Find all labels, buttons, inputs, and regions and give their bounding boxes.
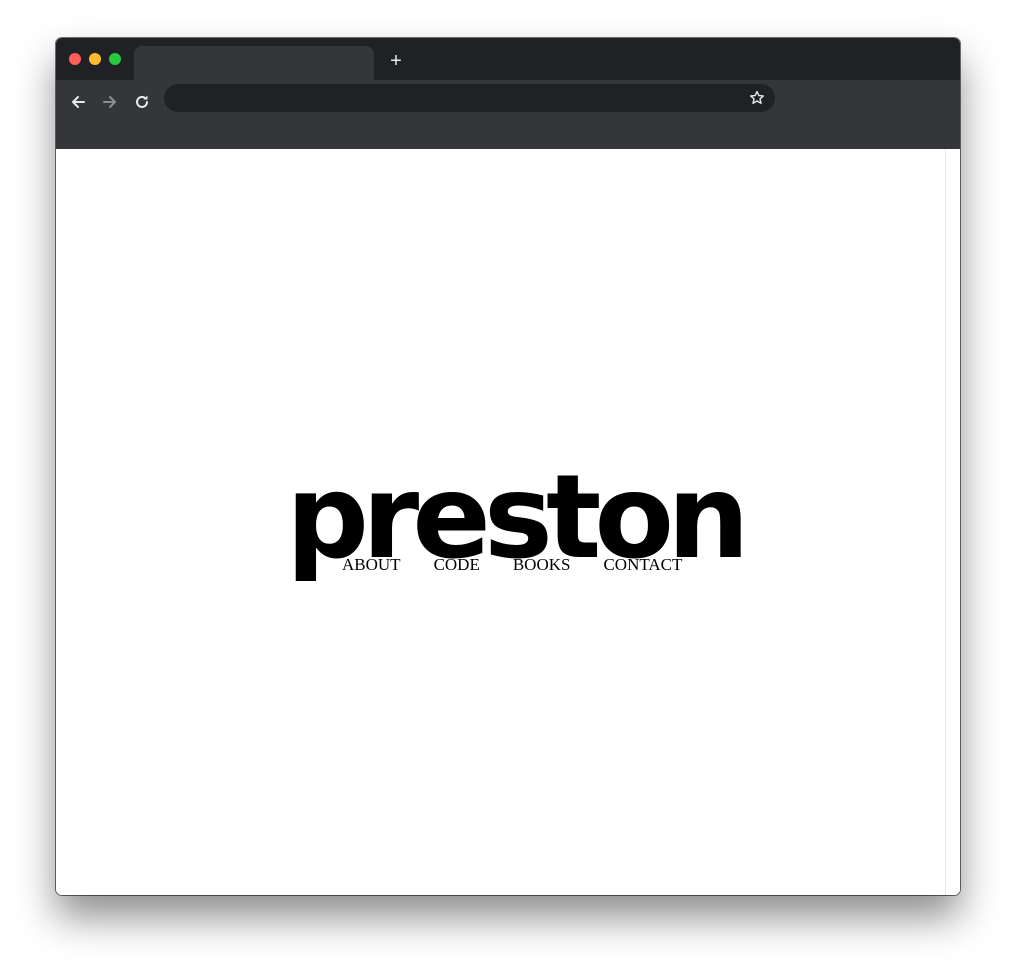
- bookmark-button[interactable]: [747, 88, 767, 108]
- close-window-button[interactable]: [69, 53, 81, 65]
- url-input[interactable]: [178, 84, 722, 114]
- nav-link-books[interactable]: BOOKS: [513, 554, 571, 576]
- arrow-left-icon: [72, 96, 85, 108]
- nav-link-about[interactable]: ABOUT: [342, 554, 401, 576]
- site-navigation: ABOUT CODE BOOKS CONTACT: [342, 554, 682, 576]
- active-tab[interactable]: [134, 46, 374, 80]
- address-bar[interactable]: [164, 84, 775, 114]
- tab-strip: +: [56, 38, 960, 80]
- vertical-scrollbar[interactable]: [945, 149, 960, 895]
- browser-window: + preston ABOUT CODE BOOKS CONTACT: [56, 38, 960, 895]
- forward-button[interactable]: [96, 88, 124, 116]
- reload-icon: [136, 95, 148, 108]
- arrow-right-icon: [103, 96, 116, 108]
- nav-link-contact[interactable]: CONTACT: [603, 554, 682, 576]
- maximize-window-button[interactable]: [109, 53, 121, 65]
- star-icon: [750, 90, 764, 104]
- nav-link-code[interactable]: CODE: [434, 554, 480, 576]
- back-button[interactable]: [64, 88, 92, 116]
- new-tab-button[interactable]: +: [386, 51, 406, 71]
- reload-button[interactable]: [128, 88, 156, 116]
- minimize-window-button[interactable]: [89, 53, 101, 65]
- page-viewport: preston ABOUT CODE BOOKS CONTACT: [56, 149, 960, 895]
- browser-toolbar: [56, 80, 960, 149]
